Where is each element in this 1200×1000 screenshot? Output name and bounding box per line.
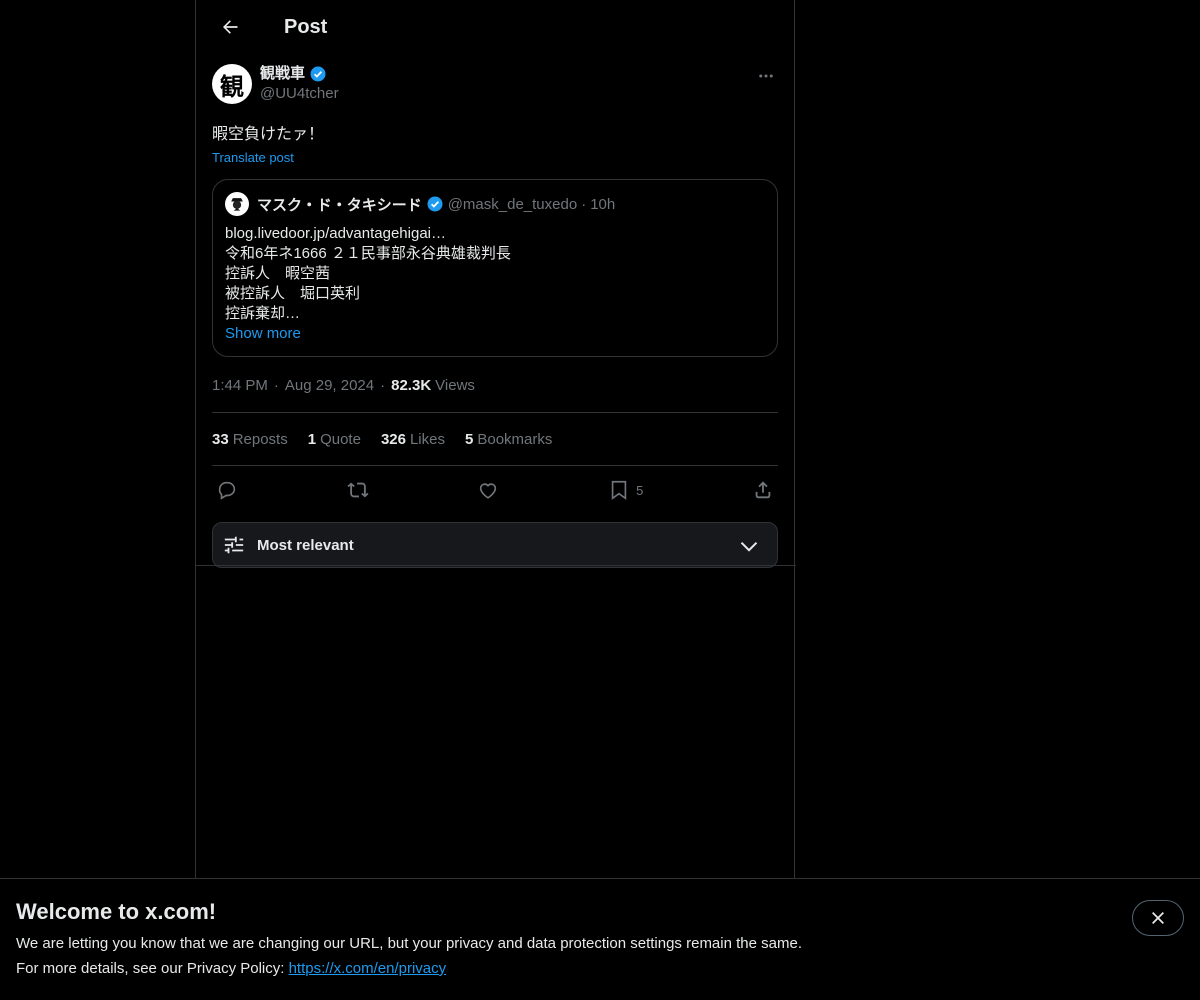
share-icon	[755, 481, 771, 499]
reposts-count: 33	[212, 430, 229, 448]
like-button[interactable]	[477, 479, 499, 501]
close-icon	[1152, 912, 1164, 924]
bookmark-button[interactable]: 5	[608, 479, 643, 501]
avatar-icon	[227, 194, 247, 214]
reply-sort-dropdown[interactable]: Most relevant	[212, 522, 778, 568]
back-button[interactable]	[212, 9, 248, 45]
page-title: Post	[284, 15, 328, 38]
show-more-link[interactable]: Show more	[225, 324, 301, 344]
reply-button[interactable]	[216, 479, 238, 501]
reply-icon	[218, 481, 236, 500]
author-info: 観戦車 @UU4tcher	[260, 64, 339, 104]
quote-stat[interactable]: 1 Quote	[308, 431, 361, 448]
verified-icon	[427, 196, 443, 212]
author-name-line: 観戦車	[260, 64, 339, 84]
post-meta: 1:44 PM · Aug 29, 2024 · 82.3K Views	[212, 373, 778, 413]
quote-count: 1	[307, 430, 317, 448]
more-icon	[759, 74, 773, 78]
author-name[interactable]: 観戦車	[260, 64, 305, 84]
main-column: Post 観 観戦車 @UU4tcher 暇空負けたァ！ Translate p…	[195, 0, 796, 878]
verified-icon	[310, 66, 326, 82]
share-button[interactable]	[752, 479, 774, 501]
quote-line: 控訴人 暇空茜	[225, 265, 331, 282]
likes-stat[interactable]: 326 Likes	[381, 431, 445, 448]
quote-label: Quote	[320, 430, 361, 448]
banner-policy-prefix: For more details, see our Privacy Policy…	[16, 960, 289, 977]
dot-separator: ·	[273, 377, 279, 394]
bookmark-count: 5	[636, 482, 644, 498]
reposts-stat[interactable]: 33 Reposts	[212, 431, 288, 448]
author-row: 観 観戦車 @UU4tcher	[212, 64, 778, 104]
bookmarks-count: 5	[465, 430, 474, 448]
dot-separator: ·	[581, 195, 587, 213]
quote-line: 被控訴人 堀口英利	[225, 285, 361, 302]
bookmark-icon	[611, 480, 627, 500]
back-arrow-icon	[223, 20, 238, 34]
like-icon	[480, 483, 497, 499]
quote-header: マスク・ド・タキシード @mask_de_tuxedo · 10h	[225, 192, 765, 216]
bookmarks-stat[interactable]: 5 Bookmarks	[465, 431, 552, 448]
divider	[196, 565, 796, 566]
post-date[interactable]: Aug 29, 2024	[285, 377, 374, 394]
views-label: Views	[435, 377, 475, 394]
post-time[interactable]: 1:44 PM	[212, 377, 268, 394]
top-bar: Post	[196, 0, 794, 54]
post-text: 暇空負けたァ！	[212, 126, 325, 143]
more-button[interactable]	[756, 66, 776, 86]
quote-line: 控訴棄却…	[225, 305, 301, 322]
translate-post-link[interactable]: Translate post	[212, 150, 294, 165]
bookmarks-label: Bookmarks	[477, 430, 553, 448]
repost-icon	[347, 482, 369, 498]
likes-count: 326	[380, 430, 406, 448]
close-banner-button[interactable]	[1132, 900, 1184, 936]
chevron-down-icon	[740, 541, 758, 552]
stats-row: 33 Reposts 1 Quote 326 Likes 5 Bookmarks	[212, 413, 778, 466]
repost-button[interactable]	[347, 479, 369, 501]
avatar[interactable]: 観	[212, 64, 252, 104]
banner-title: Welcome to x.com!	[16, 899, 217, 924]
action-bar: 5	[212, 466, 778, 514]
sliders-icon	[224, 536, 244, 554]
sort-label: Most relevant	[257, 536, 354, 554]
dot-separator: ·	[380, 377, 386, 394]
quote-body: blog.livedoor.jp/advantagehigai… 令和6年ネ16…	[225, 224, 765, 324]
post: 観 観戦車 @UU4tcher 暇空負けたァ！ Translate post マ…	[196, 64, 794, 568]
quote-handle: @mask_de_tuxedo	[447, 195, 578, 213]
likes-label: Likes	[409, 430, 445, 448]
welcome-banner: Welcome to x.com! We are letting you kno…	[0, 878, 1200, 1000]
quote-line: 令和6年ネ1666 ２１民事部永谷典雄裁判長	[225, 245, 511, 262]
quoted-post[interactable]: マスク・ド・タキシード @mask_de_tuxedo · 10h blog.l…	[212, 179, 778, 357]
views-count: 82.3K	[391, 377, 432, 394]
banner-policy-line: For more details, see our Privacy Policy…	[16, 960, 1184, 977]
reposts-label: Reposts	[232, 430, 288, 448]
quote-line: blog.livedoor.jp/advantagehigai…	[225, 225, 446, 242]
banner-text: We are letting you know that we are chan…	[16, 935, 802, 952]
quote-avatar	[225, 192, 249, 216]
quote-author-name: マスク・ド・タキシード	[257, 196, 422, 214]
privacy-policy-link[interactable]: https://x.com/en/privacy	[289, 960, 447, 977]
author-handle[interactable]: @UU4tcher	[260, 84, 339, 104]
quote-time: 10h	[590, 195, 616, 213]
